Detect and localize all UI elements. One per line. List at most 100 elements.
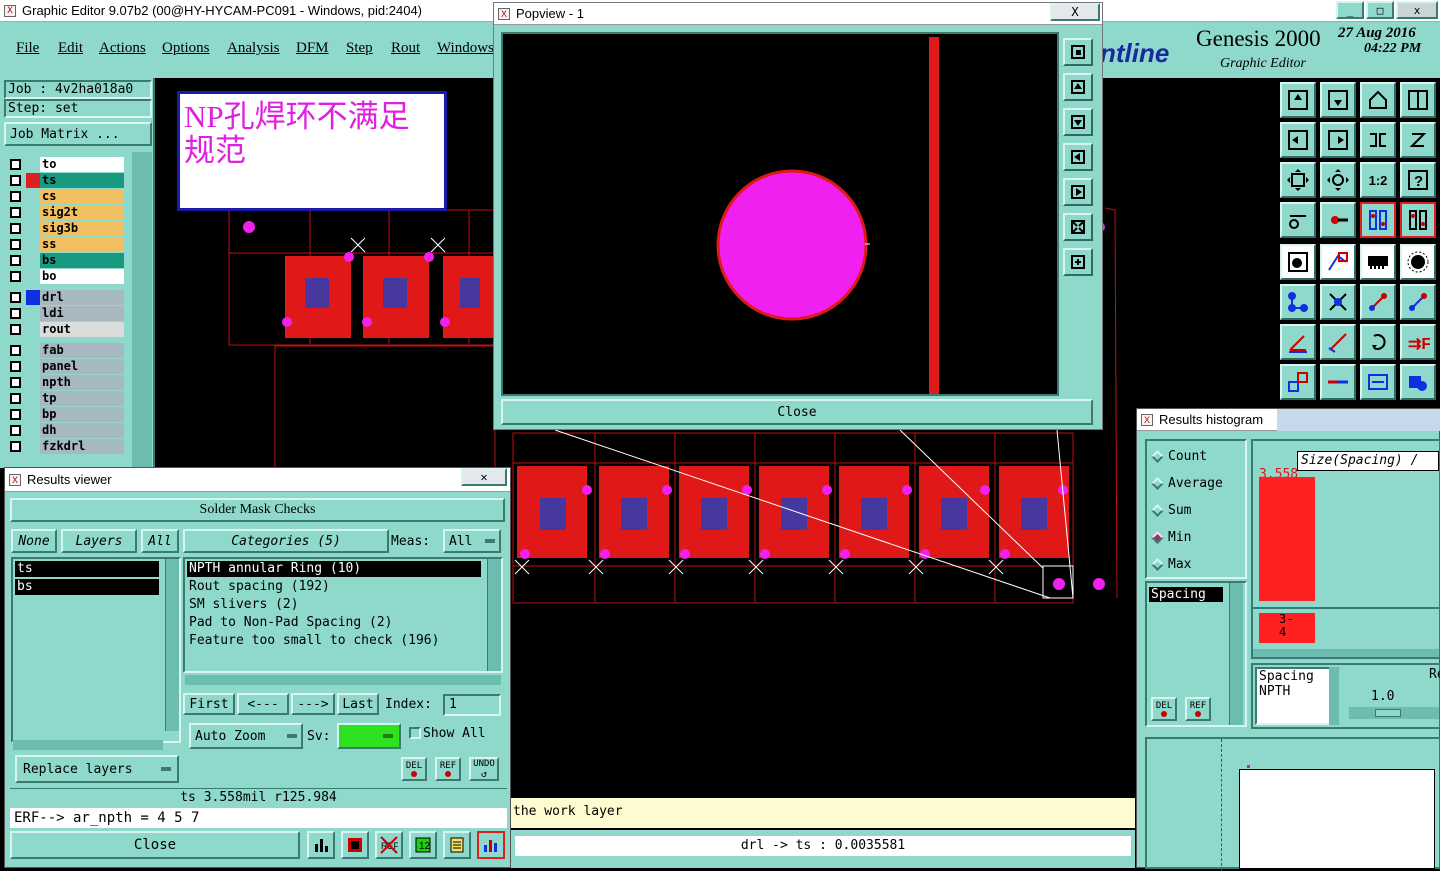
layer-checkbox[interactable] [10, 393, 21, 404]
layer-checkbox[interactable] [10, 271, 21, 282]
menu-file[interactable]: File [16, 40, 39, 57]
notes-icon[interactable] [443, 831, 471, 859]
angle-icon[interactable] [1280, 324, 1316, 360]
layer-row-rout[interactable]: rout [6, 322, 124, 337]
layer-checkbox[interactable] [10, 207, 21, 218]
last-button[interactable]: Last [337, 693, 379, 715]
menu-analysis[interactable]: Analysis [227, 40, 280, 57]
previous-button[interactable]: <--- [237, 693, 289, 715]
layer-checkbox[interactable] [10, 361, 21, 372]
layer-checkbox[interactable] [10, 308, 21, 319]
bar-chart-icon[interactable] [477, 831, 505, 859]
radio-diamond-icon[interactable] [1151, 504, 1164, 517]
layer-checkbox[interactable] [10, 292, 21, 303]
ruler-icon[interactable] [1360, 244, 1396, 280]
histogram-list-item[interactable]: Spacing [1149, 587, 1223, 602]
pan-left-icon[interactable] [1280, 122, 1316, 158]
layer-row-ts[interactable]: ts [6, 173, 124, 188]
undo-arc-icon[interactable] [1360, 324, 1396, 360]
rotate-icon[interactable] [1400, 122, 1436, 158]
zoom-home-icon[interactable] [1063, 38, 1093, 66]
home-icon[interactable] [1360, 82, 1396, 118]
pad-select-icon[interactable] [1280, 244, 1316, 280]
hist-ref-button[interactable]: REF [1185, 697, 1211, 721]
pan-down-icon[interactable] [1320, 82, 1356, 118]
split-view-icon[interactable] [1400, 82, 1436, 118]
menu-dfm[interactable]: DFM [296, 40, 329, 57]
popview-canvas[interactable] [501, 32, 1059, 396]
all-layers-button[interactable]: All [141, 529, 179, 553]
meas-dropdown[interactable]: All [443, 529, 501, 553]
undo-button[interactable]: UNDO ↺ [469, 757, 499, 781]
layer-list-scrollbar[interactable] [165, 559, 179, 731]
layer-checkbox[interactable] [10, 409, 21, 420]
category-scrollbar[interactable] [487, 559, 501, 671]
minimize-button[interactable]: _ [1336, 1, 1364, 19]
draw-shape-icon[interactable] [1320, 244, 1356, 280]
layer-checkbox[interactable] [10, 377, 21, 388]
pad-pair-icon[interactable] [1280, 364, 1316, 400]
popview-close-button[interactable]: Close [501, 399, 1093, 425]
text-tool-icon[interactable]: ⇉F [1400, 324, 1436, 360]
category-item[interactable]: Pad to Non-Pad Spacing (2) [187, 615, 499, 631]
scale-1-2-icon[interactable]: 1:2 [1360, 162, 1396, 198]
menu-edit[interactable]: Edit [58, 40, 83, 57]
layer-row-panel[interactable]: panel [6, 359, 124, 374]
layer-checkbox[interactable] [10, 345, 21, 356]
menu-step[interactable]: Step [346, 40, 373, 57]
maximize-button[interactable]: □ [1366, 1, 1394, 19]
layer-scrollbar[interactable] [132, 152, 152, 468]
del-button[interactable]: DEL [401, 757, 427, 781]
delete-node-icon[interactable] [1320, 284, 1356, 320]
histogram-list-scrollbar[interactable] [1229, 583, 1243, 725]
layer-checkbox[interactable] [10, 159, 21, 170]
category-list[interactable]: NPTH annular Ring (10) Rout spacing (192… [183, 557, 503, 673]
menu-options[interactable]: Options [162, 40, 210, 57]
ref-delete-icon[interactable]: REF [375, 831, 403, 859]
pan-left-icon[interactable] [1063, 143, 1093, 171]
histogram-icon[interactable] [307, 831, 335, 859]
menu-actions[interactable]: Actions [99, 40, 146, 57]
zoom-area-icon[interactable] [1320, 162, 1356, 198]
move-node-icon[interactable] [1360, 284, 1396, 320]
green-page-icon[interactable]: 12 [409, 831, 437, 859]
auto-zoom-dropdown[interactable]: Auto Zoom [189, 723, 303, 749]
layer-checkbox[interactable] [10, 223, 21, 234]
layer-row-ldi[interactable]: ldi [6, 306, 124, 321]
show-all-checkbox[interactable] [409, 727, 421, 739]
next-button[interactable]: ---> [291, 693, 335, 715]
stat-option-min[interactable]: Min [1151, 530, 1191, 545]
popview-close-x-button[interactable]: X [1050, 3, 1100, 21]
ratio-slider[interactable] [1349, 707, 1439, 719]
layer-results-list[interactable]: ts bs [11, 557, 181, 743]
layer-row-bp[interactable]: bp [6, 407, 124, 422]
stat-option-count[interactable]: Count [1151, 449, 1207, 464]
layer-checkbox[interactable] [10, 239, 21, 250]
category-item[interactable]: Feature too small to check (196) [187, 633, 499, 649]
menu-rout[interactable]: Rout [391, 40, 420, 57]
hist-del-button[interactable]: DEL [1151, 697, 1177, 721]
measure-icon[interactable] [1280, 202, 1316, 238]
help-icon[interactable]: ? [1400, 162, 1436, 198]
category-hscrollbar[interactable] [185, 675, 501, 685]
dotted-circle-icon[interactable] [1400, 244, 1436, 280]
category-item[interactable]: SM slivers (2) [187, 597, 499, 613]
radio-diamond-icon[interactable] [1151, 477, 1164, 490]
first-button[interactable]: First [183, 693, 235, 715]
stat-option-sum[interactable]: Sum [1151, 503, 1191, 518]
zoom-out-icon[interactable] [1063, 248, 1093, 276]
layer-row-fab[interactable]: fab [6, 343, 124, 358]
layer-row-fzkdrl[interactable]: fzkdrl [6, 439, 124, 454]
layer-checkbox[interactable] [10, 175, 21, 186]
histogram-bar[interactable] [1259, 477, 1315, 601]
move-line-icon[interactable] [1400, 284, 1436, 320]
layers-button[interactable]: Layers [61, 529, 137, 553]
zoom-fit-icon[interactable] [1280, 162, 1316, 198]
layer-row-ss[interactable]: ss [6, 237, 124, 252]
layer-row-sig2t[interactable]: sig2t [6, 205, 124, 220]
stat-option-average[interactable]: Average [1151, 476, 1223, 491]
snap-icon[interactable] [1320, 202, 1356, 238]
job-matrix-button[interactable]: Job Matrix ... [4, 122, 152, 146]
none-button[interactable]: None [11, 529, 57, 553]
index-input[interactable]: 1 [443, 694, 501, 716]
